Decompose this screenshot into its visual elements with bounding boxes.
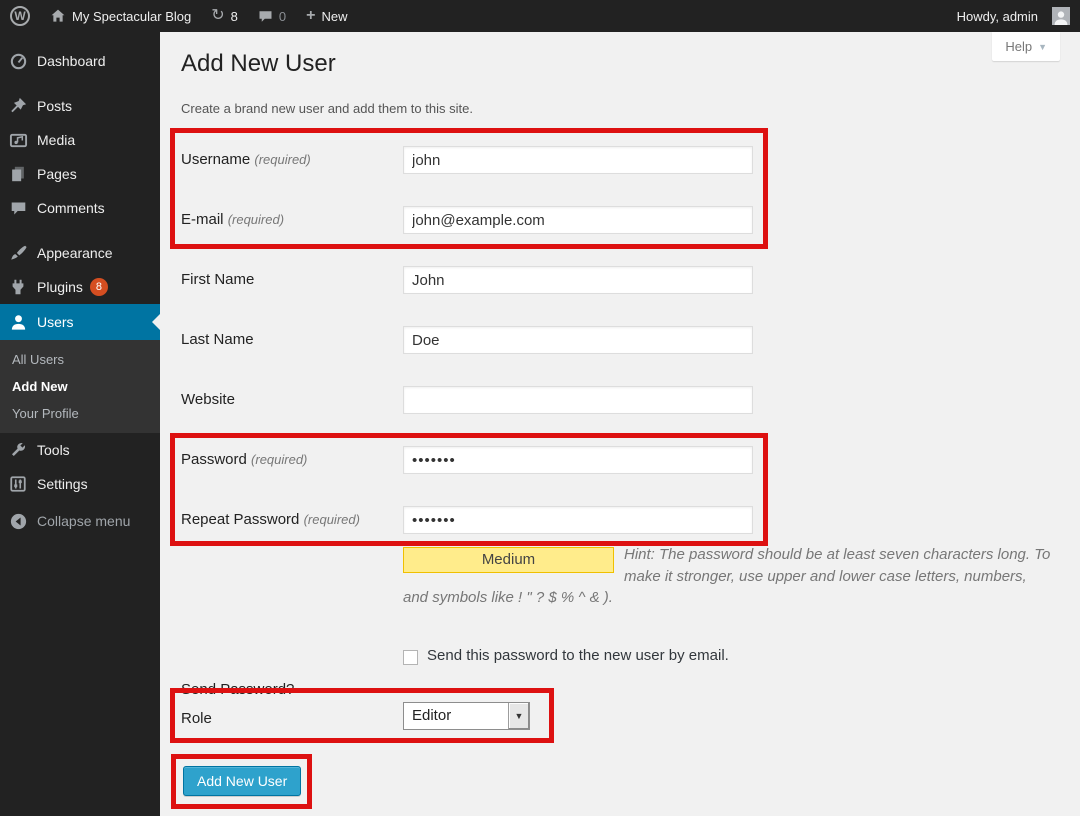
help-label: Help	[1005, 39, 1032, 54]
updates-count: 8	[231, 9, 238, 24]
sidebar-item-dashboard[interactable]: Dashboard	[0, 44, 160, 78]
send-password-label: Send Password?	[181, 681, 396, 698]
wordpress-logo-icon: W	[10, 6, 30, 26]
send-password-checkbox-label[interactable]: Send this password to the new user by em…	[427, 647, 729, 664]
comment-bubble-icon	[8, 198, 28, 218]
email-field[interactable]	[403, 206, 753, 234]
sidebar-item-posts[interactable]: Posts	[0, 89, 160, 123]
page-subtitle: Create a brand new user and add them to …	[181, 101, 473, 116]
sidebar-item-comments[interactable]: Comments	[0, 191, 160, 225]
password-strength-meter: Medium	[403, 547, 614, 573]
wordpress-admin-page: W My Spectacular Blog ↻ 8 0 + New Howdy,…	[0, 0, 1080, 816]
sidebar-item-settings[interactable]: Settings	[0, 467, 160, 501]
submenu-item-your-profile[interactable]: Your Profile	[0, 400, 160, 427]
new-label: New	[321, 9, 347, 24]
repeat-password-label: Repeat Password (required)	[181, 511, 396, 528]
dashboard-gauge-icon	[8, 51, 28, 71]
avatar	[1052, 7, 1070, 25]
sidebar-item-users[interactable]: Users	[0, 304, 160, 340]
home-icon	[50, 8, 66, 24]
chevron-down-icon: ▼	[1038, 42, 1047, 52]
page-title: Add New User	[181, 50, 336, 78]
dropdown-arrow-button[interactable]: ▼	[508, 703, 529, 729]
admin-sidebar: Dashboard Posts Media Pages	[0, 32, 160, 816]
submenu-item-add-new[interactable]: Add New	[0, 373, 160, 400]
add-new-user-button[interactable]: Add New User	[183, 766, 301, 796]
last-name-field[interactable]	[403, 326, 753, 354]
users-submenu: All Users Add New Your Profile	[0, 340, 160, 433]
repeat-password-field[interactable]	[403, 506, 753, 534]
first-name-field[interactable]	[403, 266, 753, 294]
admin-bar: W My Spectacular Blog ↻ 8 0 + New Howdy,…	[0, 0, 1080, 32]
help-button[interactable]: Help ▼	[992, 32, 1060, 61]
sidebar-item-appearance[interactable]: Appearance	[0, 236, 160, 270]
site-name-label: My Spectacular Blog	[72, 9, 191, 24]
updates-link[interactable]: ↻ 8	[201, 0, 248, 32]
pages-icon	[8, 164, 28, 184]
sliders-icon	[8, 474, 28, 494]
new-content-menu[interactable]: + New	[296, 0, 357, 32]
sidebar-item-plugins[interactable]: Plugins 8	[0, 270, 160, 304]
role-dropdown[interactable]: Editor ▼	[403, 702, 530, 730]
role-selected-value: Editor	[404, 703, 508, 729]
role-label: Role	[181, 710, 396, 727]
my-account-menu[interactable]: Howdy, admin	[947, 0, 1080, 32]
wrench-icon	[8, 440, 28, 460]
comment-bubble-icon	[258, 9, 273, 24]
sidebar-item-media[interactable]: Media	[0, 123, 160, 157]
sidebar-item-collapse-menu[interactable]: Collapse menu	[0, 504, 160, 538]
password-field[interactable]	[403, 446, 753, 474]
collapse-arrow-icon	[8, 511, 28, 531]
sidebar-item-tools[interactable]: Tools	[0, 433, 160, 467]
username-field[interactable]	[403, 146, 753, 174]
wordpress-logo-menu[interactable]: W	[0, 0, 40, 32]
sidebar-item-pages[interactable]: Pages	[0, 157, 160, 191]
media-icon	[8, 130, 28, 150]
website-field[interactable]	[403, 386, 753, 414]
last-name-label: Last Name	[181, 331, 396, 348]
howdy-label: Howdy, admin	[957, 9, 1038, 24]
comments-count: 0	[279, 9, 286, 24]
email-label: E-mail (required)	[181, 211, 396, 228]
plugins-update-badge: 8	[90, 278, 108, 296]
plug-icon	[8, 277, 28, 297]
main-content: Help ▼ Add New User Create a brand new u…	[160, 32, 1080, 816]
submenu-item-all-users[interactable]: All Users	[0, 346, 160, 373]
plus-icon: +	[306, 8, 315, 24]
site-name-link[interactable]: My Spectacular Blog	[40, 0, 201, 32]
chevron-down-icon: ▼	[515, 711, 524, 721]
username-label: Username (required)	[181, 151, 396, 168]
comments-link[interactable]: 0	[248, 0, 296, 32]
pushpin-icon	[8, 96, 28, 116]
updates-icon: ↻	[211, 8, 224, 24]
person-icon	[8, 312, 28, 332]
password-label: Password (required)	[181, 451, 396, 468]
send-password-checkbox[interactable]	[403, 650, 418, 665]
paintbrush-icon	[8, 243, 28, 263]
website-label: Website	[181, 391, 396, 408]
first-name-label: First Name	[181, 271, 396, 288]
